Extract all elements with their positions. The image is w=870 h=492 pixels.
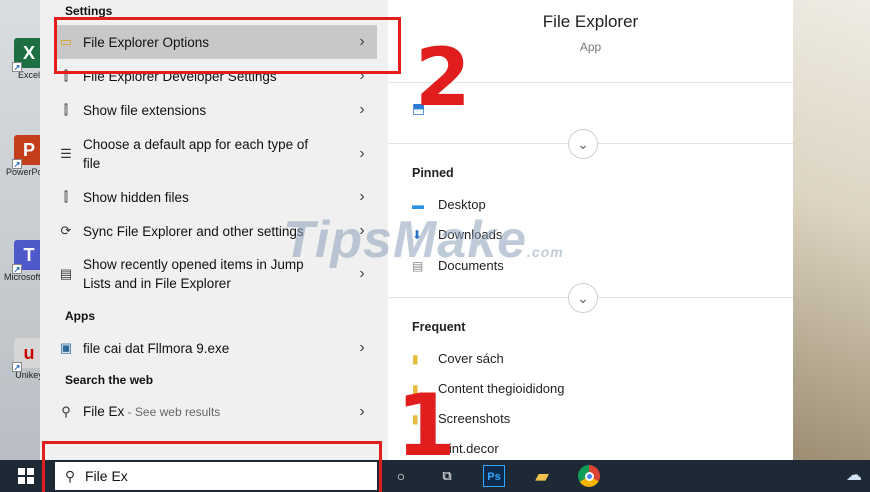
expand-chevron-icon[interactable]: ⌄ [568,283,598,313]
preview-app-title: File Explorer [542,12,639,31]
section-header-apps: Apps [65,309,95,323]
highlight-box-step1 [42,441,382,492]
result-show-hidden-files[interactable]: ⫿ Show hidden files › [55,183,377,211]
exe-file-icon: ▣ [59,340,73,355]
highlight-box-step2 [54,17,401,74]
jumplist-icon: ▤ [59,266,73,281]
result-show-file-extensions[interactable]: ⫿ Show file extensions › [55,96,377,124]
chevron-right-icon[interactable]: › [347,339,377,357]
result-app-filmora-installer[interactable]: ▣ file cai dat Fllmora 9.exe › [55,334,377,362]
result-default-apps-by-type[interactable]: ☰ Choose a default app for each type of … [55,134,377,174]
watermark: TipsMake.com [283,211,564,269]
result-web-search[interactable]: ⚲ File Ex - See web results › [55,398,377,426]
folder-icon: ▮ [412,351,419,366]
step-number-2: 2 [415,31,471,124]
section-header-web: Search the web [65,373,154,387]
cortana-icon[interactable]: ○ [390,465,412,487]
taskbar: ⚲ ○ ⧉ Ps ▰ ☁ [0,441,870,492]
pinned-header: Pinned [412,166,454,180]
chevron-right-icon[interactable]: › [347,403,377,421]
sync-icon: ⟳ [60,223,72,238]
desktop-wallpaper-right [793,0,870,460]
windows-start-icon[interactable] [18,468,34,484]
search-icon: ⚲ [61,404,71,419]
frequent-item[interactable]: ▮ Cover sách [412,351,504,366]
expand-chevron-icon[interactable]: ⌄ [568,129,598,159]
frequent-header: Frequent [412,320,466,334]
task-view-icon[interactable]: ⧉ [436,465,458,487]
photoshop-icon[interactable]: Ps [483,465,505,487]
onedrive-icon[interactable]: ☁ [843,465,865,487]
chrome-icon[interactable] [578,465,600,487]
developer-settings-icon: ⫿ [63,189,69,204]
developer-settings-icon: ⫿ [63,102,69,117]
step-number-1: 1 [396,376,456,476]
file-explorer-icon[interactable]: ▰ [531,465,553,487]
list-icon: ☰ [60,146,72,161]
chevron-right-icon[interactable]: › [347,101,377,119]
chevron-right-icon[interactable]: › [347,188,377,206]
section-header-settings: Settings [65,4,113,18]
chevron-right-icon[interactable]: › [347,145,377,163]
